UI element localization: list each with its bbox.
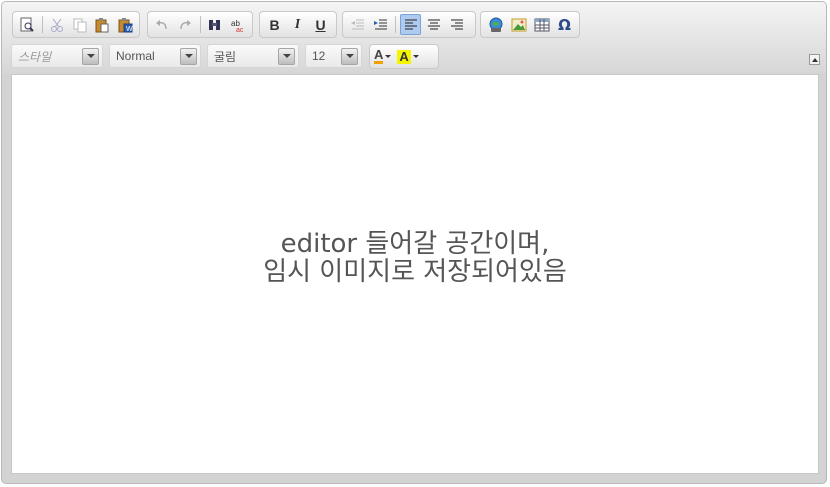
omega-icon: Ω — [558, 15, 571, 34]
toolbar-separator — [199, 16, 201, 33]
find-button[interactable] — [204, 14, 225, 35]
outdent-icon — [350, 19, 364, 29]
toolbar-group-basicstyles: B I U — [259, 11, 337, 38]
background-color-icon: A — [397, 48, 411, 64]
undo-icon — [156, 19, 168, 29]
image-icon — [511, 18, 526, 31]
special-char-button[interactable]: Ω — [554, 14, 575, 35]
italic-button[interactable]: I — [287, 14, 308, 35]
chevron-down-icon — [412, 55, 419, 58]
format-combo[interactable]: Normal — [109, 44, 201, 68]
paste-from-word-icon: W — [118, 17, 133, 33]
underline-label: U — [315, 16, 326, 33]
copy-icon — [73, 18, 86, 32]
svg-text:ac: ac — [236, 27, 244, 33]
toolbar-group-history: ab ac — [147, 11, 253, 38]
cut-button[interactable] — [47, 14, 68, 35]
chevron-down-icon — [385, 55, 392, 58]
align-center-button[interactable] — [423, 14, 444, 35]
paste-button[interactable] — [92, 14, 113, 35]
paste-from-word-button[interactable]: W — [114, 14, 135, 35]
text-color-icon: A — [374, 47, 384, 64]
link-button[interactable] — [485, 14, 506, 35]
link-icon — [489, 17, 502, 32]
replace-button[interactable]: ab ac — [227, 14, 248, 35]
cut-icon — [50, 18, 63, 32]
chevron-down-icon[interactable] — [180, 47, 197, 65]
placeholder-line-2: 임시 이미지로 저장되어있음 — [263, 257, 567, 287]
indent-icon — [373, 19, 387, 29]
align-left-button[interactable] — [400, 14, 421, 35]
table-button[interactable] — [531, 14, 552, 35]
image-button[interactable] — [508, 14, 529, 35]
placeholder-line-1: editor 들어갈 공간이며, — [280, 229, 550, 259]
redo-icon — [180, 19, 192, 29]
editor-content-area[interactable]: editor 들어갈 공간이며, 임시 이미지로 저장되어있음 — [11, 74, 819, 474]
redo-button[interactable] — [175, 14, 196, 35]
editor-toolbar: W ab ac B I U Ω 스타일 Normal 굴림 12 A A — [2, 2, 826, 74]
paste-icon — [95, 17, 109, 32]
background-color-button[interactable]: A — [397, 48, 419, 64]
copy-button[interactable] — [69, 14, 90, 35]
underline-button[interactable]: U — [310, 14, 331, 35]
chevron-down-icon[interactable] — [278, 47, 295, 65]
italic-label: I — [294, 16, 301, 32]
outdent-button[interactable] — [347, 14, 368, 35]
collapse-toolbar-button[interactable] — [809, 54, 820, 65]
format-combo-label: Normal — [116, 49, 155, 63]
indent-button[interactable] — [370, 14, 391, 35]
style-combo[interactable]: 스타일 — [11, 44, 103, 68]
table-icon — [534, 18, 549, 31]
toolbar-group-insert: Ω — [480, 11, 580, 38]
toolbar-group-paragraph — [342, 11, 476, 38]
preview-button[interactable] — [17, 14, 38, 35]
chevron-down-icon[interactable] — [82, 47, 99, 65]
preview-icon — [20, 17, 35, 32]
svg-text:W: W — [126, 26, 133, 33]
align-right-button[interactable] — [446, 14, 467, 35]
editor-placeholder-image-text: editor 들어갈 공간이며, 임시 이미지로 저장되어있음 — [263, 230, 567, 286]
font-combo[interactable]: 굴림 — [207, 44, 299, 68]
align-center-icon — [427, 19, 440, 29]
style-combo-label: 스타일 — [18, 49, 52, 64]
undo-button[interactable] — [152, 14, 173, 35]
bold-button[interactable]: B — [264, 14, 285, 35]
chevron-down-icon[interactable] — [341, 47, 358, 65]
align-right-icon — [450, 19, 463, 29]
replace-icon: abac — [231, 19, 244, 33]
toolbar-group-clipboard: W — [12, 11, 140, 38]
font-combo-label: 굴림 — [214, 49, 237, 64]
text-color-button[interactable]: A — [374, 47, 392, 64]
align-left-icon — [404, 19, 417, 29]
font-size-combo[interactable]: 12 — [305, 44, 362, 68]
toolbar-group-colors: A A — [369, 44, 439, 69]
toolbar-separator — [395, 16, 396, 33]
toolbar-separator — [41, 16, 43, 33]
font-size-combo-label: 12 — [312, 49, 326, 63]
bold-label: B — [269, 16, 280, 33]
find-icon — [208, 19, 220, 30]
rich-text-editor: W ab ac B I U Ω 스타일 Normal 굴림 12 A A edi… — [1, 1, 827, 484]
